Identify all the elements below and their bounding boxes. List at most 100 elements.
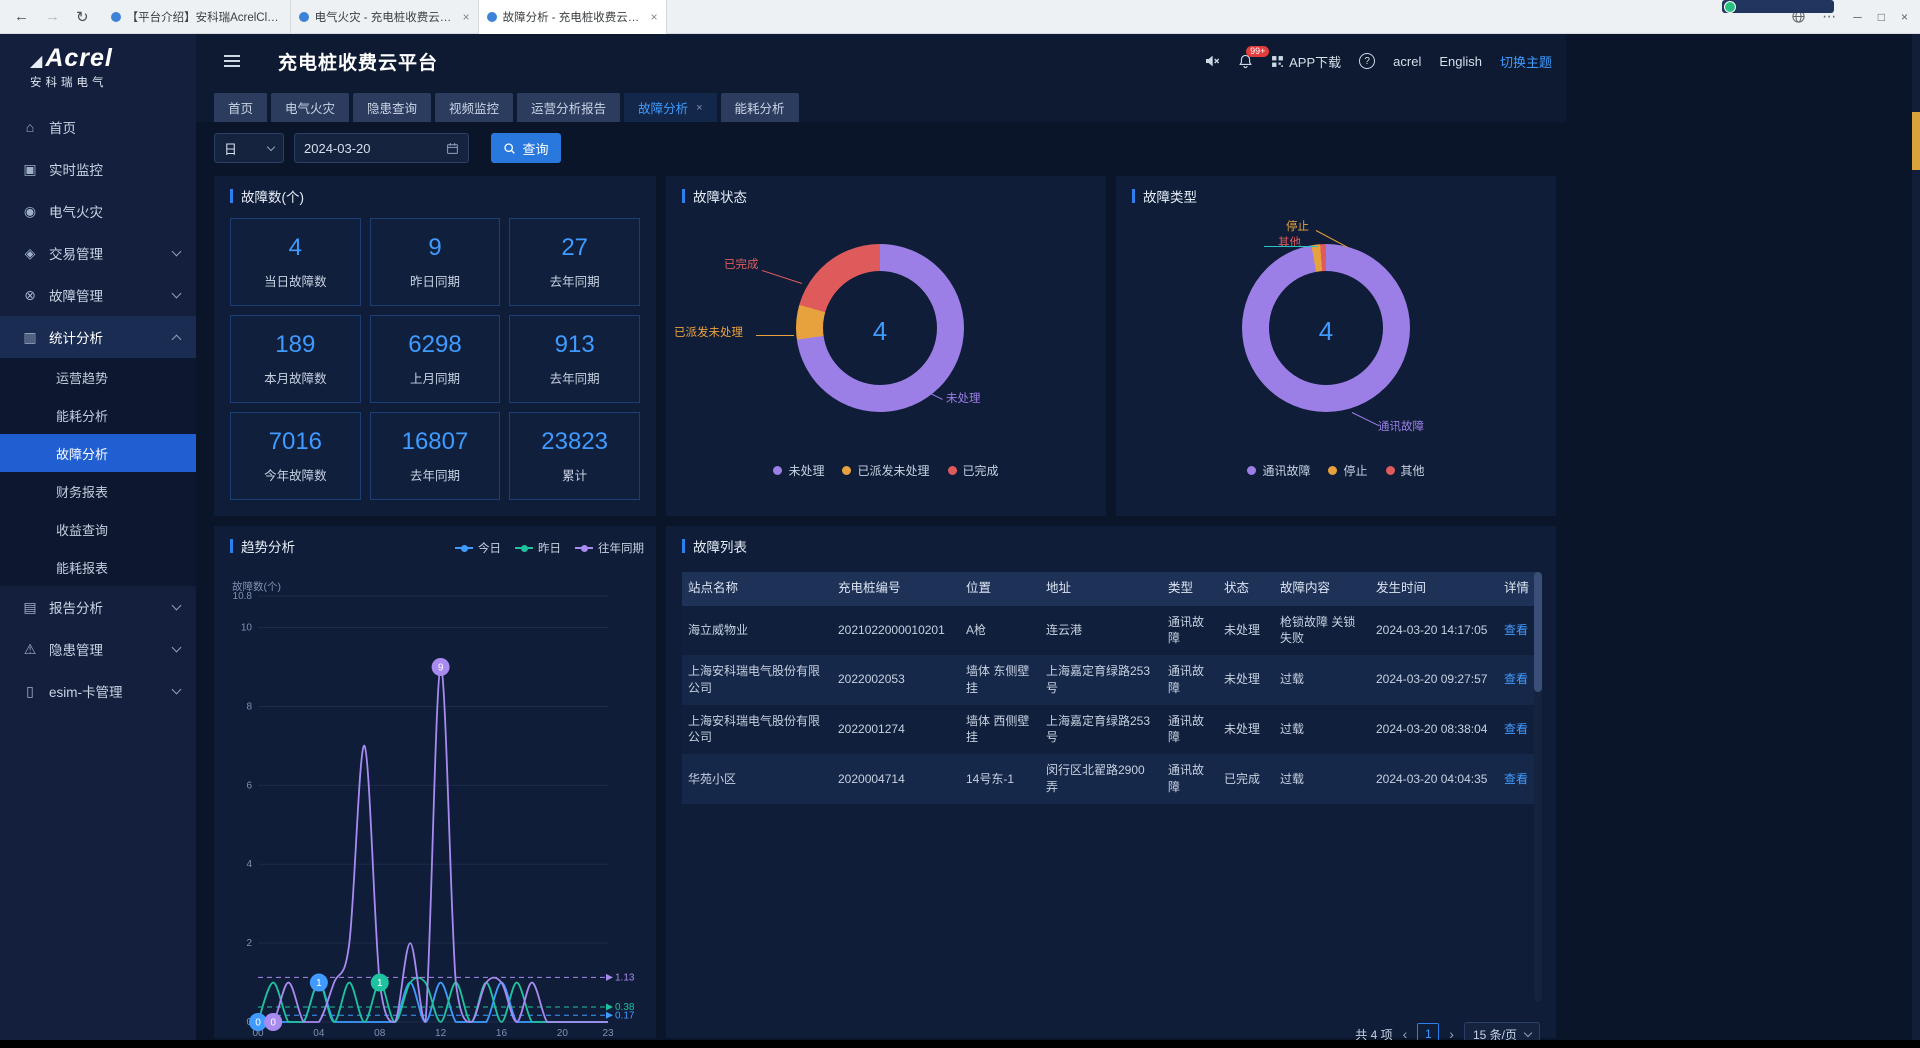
collapse-menu-icon[interactable] [222,54,242,68]
close-icon[interactable]: × [1901,10,1908,24]
svg-text:0: 0 [270,1018,276,1029]
tab-close-icon[interactable]: × [696,102,702,114]
mute-icon[interactable] [1204,53,1220,69]
username[interactable]: acrel [1393,54,1421,69]
table-cell: 过载 [1274,705,1370,755]
column-header: 状态 [1218,572,1274,606]
table-scrollbar-thumb[interactable] [1534,572,1542,692]
page-tab[interactable]: 电气火灾 [271,93,349,122]
query-button[interactable]: 查询 [491,133,561,163]
table-cell: 2024-03-20 04:04:35 [1370,754,1498,804]
stat-card: 7016 今年故障数 [230,412,361,500]
calendar-icon [446,142,459,155]
chevron-icon [172,601,182,611]
language-switch[interactable]: English [1439,54,1482,69]
stat-label: 昨日同期 [410,271,460,290]
browser-tab[interactable]: 电气火灾 - 充电桩收费云平台× [291,0,479,34]
table-cell: 2024-03-20 14:17:05 [1370,606,1498,656]
callout-line [1264,246,1318,247]
page-tab[interactable]: 故障分析× [624,93,716,122]
notifications-bell-icon[interactable]: 99+ [1238,53,1253,69]
sidebar-subitem[interactable]: 收益查询 [0,510,196,548]
sidebar-item-home[interactable]: ⌂首页 [0,106,196,148]
theme-switch[interactable]: 切换主题 [1500,52,1552,71]
legend-item[interactable]: 已派发未处理 [842,462,929,479]
panel-title: 故障状态 [666,176,1106,216]
sidebar-item-hazard[interactable]: ⚠隐患管理 [0,628,196,670]
sidebar-item-sim[interactable]: ▯esim-卡管理 [0,670,196,712]
sidebar-item-report[interactable]: ▤报告分析 [0,586,196,628]
table-cell: 闵行区北翟路2900弄 [1040,754,1162,804]
table-cell: 2020004714 [832,754,960,804]
legend-item[interactable]: 通讯故障 [1247,462,1310,479]
tab-close-icon[interactable]: × [651,10,658,24]
legend-item[interactable]: 往年同期 [575,540,644,556]
stat-label: 今年故障数 [264,465,327,484]
legend-item[interactable]: 今日 [455,540,501,556]
back-icon[interactable]: ← [14,8,29,25]
table-cell: 2024-03-20 08:38:04 [1370,705,1498,755]
period-select[interactable]: 日 [214,133,284,163]
sidebar-subitem[interactable]: 能耗报表 [0,548,196,586]
table-cell: 连云港 [1040,606,1162,656]
table-scrollbar[interactable] [1534,572,1542,1002]
sidebar-subitem[interactable]: 能耗分析 [0,396,196,434]
stat-value: 913 [555,331,595,359]
table-cell: 华苑小区 [682,754,832,804]
tab-close-icon[interactable]: × [463,10,470,24]
app-download-button[interactable]: APP下载 [1271,52,1341,71]
page-tab[interactable]: 隐患查询 [353,93,431,122]
stat-card: 16807去年同期 [370,412,501,500]
legend-item[interactable]: 停止 [1328,462,1367,479]
legend-item[interactable]: 未处理 [773,462,824,479]
browser-tab[interactable]: 【平台介绍】安科瑞AcrelCloud-9 [103,0,291,34]
sidebar-subitem[interactable]: 故障分析 [0,434,196,472]
detail-link[interactable]: 查看 [1498,655,1538,705]
refresh-icon[interactable]: ↻ [76,8,89,26]
fault-table: 站点名称充电桩编号位置地址类型状态故障内容发生时间详情海立威物业20210220… [682,572,1538,804]
sidebar-item-stats[interactable]: ▥统计分析 [0,316,196,358]
stat-card: 189本月故障数 [230,315,361,403]
fault-type-panel: 故障类型 4 停止 其他 通讯故障 通讯故障停止其他 [1116,176,1556,516]
sidebar-item-trade[interactable]: ◈交易管理 [0,232,196,274]
legend-item[interactable]: 其他 [1386,462,1425,479]
svg-text:23: 23 [602,1028,614,1038]
legend-label: 其他 [1401,462,1425,479]
forward-icon[interactable]: → [45,8,60,25]
sidebar-item-label: esim-卡管理 [49,681,162,701]
page-tab[interactable]: 能耗分析 [721,93,799,122]
stat-value: 7016 [269,428,322,456]
page-tab[interactable]: 首页 [214,93,267,122]
minimize-icon[interactable]: ─ [1853,10,1862,24]
legend-item[interactable]: 昨日 [515,540,561,556]
detail-link[interactable]: 查看 [1498,606,1538,656]
app-window: ◢Acrel 安科瑞电气 ⌂首页▣实时监控◉电气火灾◈交易管理⊗故障管理▥统计分… [0,34,1920,1048]
page-tab-label: 隐患查询 [367,98,417,117]
sidebar-subitem[interactable]: 运营趋势 [0,358,196,396]
app-header: 充电桩收费云平台 99+ APP下载 ? acrel English 切换主题 [196,34,1566,88]
sidebar-item-fault[interactable]: ⊗故障管理 [0,274,196,316]
page-tab[interactable]: 视频监控 [435,93,513,122]
window-scrollbar[interactable] [1912,34,1920,1040]
sidebar-item-fire[interactable]: ◉电气火灾 [0,190,196,232]
browser-tab[interactable]: 故障分析 - 充电桩收费云平台× [479,0,667,34]
maximize-icon[interactable]: □ [1878,10,1885,24]
dashboard: 故障数(个) 4当日故障数9昨日同期27去年同期189本月故障数6298上月同期… [196,176,1566,1038]
detail-link[interactable]: 查看 [1498,754,1538,804]
stat-label: 去年同期 [550,368,600,387]
help-icon[interactable]: ? [1359,53,1375,69]
date-picker[interactable]: 2024-03-20 [294,133,469,163]
window-scrollbar-thumb[interactable] [1912,112,1920,170]
trend-legend: 今日昨日往年同期 [455,540,644,556]
detail-link[interactable]: 查看 [1498,705,1538,755]
legend-item[interactable]: 已完成 [948,462,999,479]
sidebar-subitem[interactable]: 财务报表 [0,472,196,510]
sidebar-item-monitor[interactable]: ▣实时监控 [0,148,196,190]
page-tab-label: 电气火灾 [285,98,335,117]
page-title: 充电桩收费云平台 [278,48,438,75]
fault-icon: ⊗ [22,287,38,304]
stat-value: 23823 [541,428,608,456]
taskbar-edge [0,1040,1920,1048]
svg-text:16: 16 [496,1028,508,1038]
page-tab[interactable]: 运营分析报告 [517,93,620,122]
